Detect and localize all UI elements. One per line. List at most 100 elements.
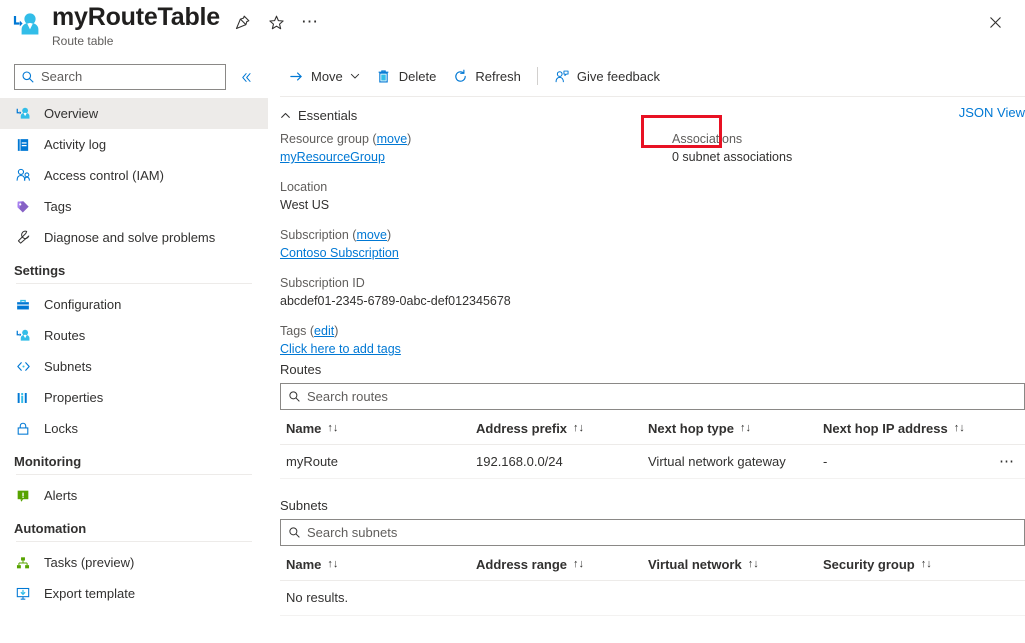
essentials-field-location: Location West US bbox=[280, 179, 660, 214]
routes-col-name[interactable]: Name ↑↓ bbox=[280, 421, 470, 436]
sidebar-item-configuration[interactable]: Configuration bbox=[0, 289, 268, 320]
subnets-header-row: Name ↑↓ Address range ↑↓ Virtual network… bbox=[280, 548, 1025, 581]
sidebar: Search Overview bbox=[0, 56, 268, 643]
give-feedback-label: Give feedback bbox=[577, 69, 660, 84]
title-block: myRouteTable Route table bbox=[52, 2, 220, 49]
sidebar-item-label: Properties bbox=[44, 390, 103, 405]
routes-col-next-hop-type[interactable]: Next hop type ↑↓ bbox=[642, 421, 817, 436]
more-ellipsis-icon[interactable]: ⋯ bbox=[296, 8, 324, 36]
routes-search-placeholder: Search routes bbox=[307, 389, 388, 404]
sidebar-group-title: Settings bbox=[0, 263, 268, 283]
sidebar-item-tags[interactable]: Tags bbox=[0, 191, 268, 222]
sidebar-item-properties[interactable]: Properties bbox=[0, 382, 268, 413]
sidebar-item-access-control[interactable]: Access control (IAM) bbox=[0, 160, 268, 191]
sidebar-group-title: Automation bbox=[0, 521, 268, 541]
json-view-link[interactable]: JSON View bbox=[959, 105, 1025, 120]
subnets-title: Subnets bbox=[280, 498, 1025, 513]
header-actions: ⋯ bbox=[228, 8, 324, 36]
cell-next-hop-ip: - bbox=[817, 454, 977, 469]
row-more-ellipsis-icon[interactable]: ⋯ bbox=[999, 458, 1025, 466]
sidebar-item-label: Routes bbox=[44, 328, 85, 343]
refresh-label: Refresh bbox=[475, 69, 521, 84]
field-label: Subscription ID bbox=[280, 275, 660, 292]
tasks-icon bbox=[14, 554, 32, 572]
sidebar-item-tasks[interactable]: Tasks (preview) bbox=[0, 547, 268, 578]
cell-address-prefix: 192.168.0.0/24 bbox=[470, 454, 642, 469]
search-input[interactable]: Search bbox=[14, 64, 226, 90]
refresh-button[interactable]: Refresh bbox=[444, 62, 529, 90]
subnets-col-address-range[interactable]: Address range ↑↓ bbox=[470, 557, 642, 572]
subnets-col-security-group[interactable]: Security group ↑↓ bbox=[817, 557, 997, 572]
lock-icon bbox=[14, 420, 32, 438]
sidebar-item-diagnose[interactable]: Diagnose and solve problems bbox=[0, 222, 268, 253]
field-value: abcdef01-2345-6789-0abc-def012345678 bbox=[280, 292, 660, 310]
sidebar-item-overview[interactable]: Overview bbox=[0, 98, 268, 129]
table-row[interactable]: myRoute 192.168.0.0/24 Virtual network g… bbox=[280, 445, 1025, 479]
configuration-icon bbox=[14, 296, 32, 314]
move-link[interactable]: move bbox=[377, 132, 408, 146]
essentials-field-tags: Tags (edit) Click here to add tags bbox=[280, 323, 660, 358]
resource-group-link[interactable]: myResourceGroup bbox=[280, 150, 385, 164]
divider bbox=[16, 541, 252, 542]
sidebar-group-title: Monitoring bbox=[0, 454, 268, 474]
sidebar-item-label: Tags bbox=[44, 199, 71, 214]
give-feedback-button[interactable]: Give feedback bbox=[546, 62, 668, 90]
sidebar-item-export-template[interactable]: Export template bbox=[0, 578, 268, 609]
label-prefix: Resource group ( bbox=[280, 132, 377, 146]
sidebar-item-label: Export template bbox=[44, 586, 135, 601]
essentials-title: Essentials bbox=[298, 108, 357, 123]
divider bbox=[16, 283, 252, 284]
subscription-link[interactable]: Contoso Subscription bbox=[280, 246, 399, 260]
sidebar-item-label: Locks bbox=[44, 421, 78, 436]
sort-icon: ↑↓ bbox=[327, 559, 338, 570]
essentials-toggle[interactable]: Essentials bbox=[280, 108, 357, 123]
sidebar-item-subnets[interactable]: Subnets bbox=[0, 351, 268, 382]
command-separator bbox=[537, 67, 538, 85]
delete-button[interactable]: Delete bbox=[368, 62, 445, 90]
page-title: myRouteTable bbox=[52, 2, 220, 32]
sidebar-item-label: Alerts bbox=[44, 488, 77, 503]
ellipsis-glyph: ⋯ bbox=[301, 17, 319, 27]
routes-section: Routes Search routes Name ↑↓ Address pre… bbox=[280, 362, 1025, 479]
search-icon bbox=[288, 526, 301, 539]
edit-link[interactable]: edit bbox=[314, 324, 334, 338]
routes-search-input[interactable]: Search routes bbox=[280, 383, 1025, 410]
move-link[interactable]: move bbox=[356, 228, 387, 242]
close-icon[interactable] bbox=[979, 6, 1011, 38]
sidebar-item-alerts[interactable]: Alerts bbox=[0, 480, 268, 511]
subnets-search-input[interactable]: Search subnets bbox=[280, 519, 1025, 546]
routes-col-address-prefix[interactable]: Address prefix ↑↓ bbox=[470, 421, 642, 436]
subnets-col-virtual-network[interactable]: Virtual network ↑↓ bbox=[642, 557, 817, 572]
alerts-icon bbox=[14, 487, 32, 505]
label-suffix: ) bbox=[407, 132, 411, 146]
field-label: Tags (edit) bbox=[280, 323, 660, 340]
routes-icon bbox=[14, 327, 32, 345]
sidebar-item-activity-log[interactable]: Activity log bbox=[0, 129, 268, 160]
field-value: Contoso Subscription bbox=[280, 244, 660, 262]
add-tags-link[interactable]: Click here to add tags bbox=[280, 342, 401, 356]
label-suffix: ) bbox=[334, 324, 338, 338]
azure-portal-blade: myRouteTable Route table ⋯ bbox=[0, 0, 1025, 643]
page-subtitle: Route table bbox=[52, 33, 220, 49]
field-label: Subscription (move) bbox=[280, 227, 660, 244]
sidebar-item-locks[interactable]: Locks bbox=[0, 413, 268, 444]
divider bbox=[16, 474, 252, 475]
sort-icon: ↑↓ bbox=[921, 559, 932, 570]
column-label: Name bbox=[286, 557, 321, 572]
essentials-header: Essentials JSON View bbox=[280, 103, 1025, 127]
cell-next-hop-type: Virtual network gateway bbox=[642, 454, 817, 469]
favorite-star-icon[interactable] bbox=[262, 8, 290, 36]
chevron-double-left-icon[interactable] bbox=[236, 66, 256, 88]
pin-icon[interactable] bbox=[228, 8, 256, 36]
subnets-col-name[interactable]: Name ↑↓ bbox=[280, 557, 470, 572]
routes-col-next-hop-ip[interactable]: Next hop IP address ↑↓ bbox=[817, 421, 997, 436]
feedback-person-icon bbox=[554, 68, 570, 84]
sidebar-item-label: Activity log bbox=[44, 137, 106, 152]
sidebar-item-routes[interactable]: Routes bbox=[0, 320, 268, 351]
sidebar-group-monitoring: Monitoring Alerts bbox=[0, 454, 268, 511]
field-value: myResourceGroup bbox=[280, 148, 660, 166]
subnets-search-placeholder: Search subnets bbox=[307, 525, 397, 540]
subnets-icon bbox=[14, 358, 32, 376]
chevron-up-icon bbox=[280, 110, 291, 121]
move-button[interactable]: Move bbox=[280, 62, 368, 90]
